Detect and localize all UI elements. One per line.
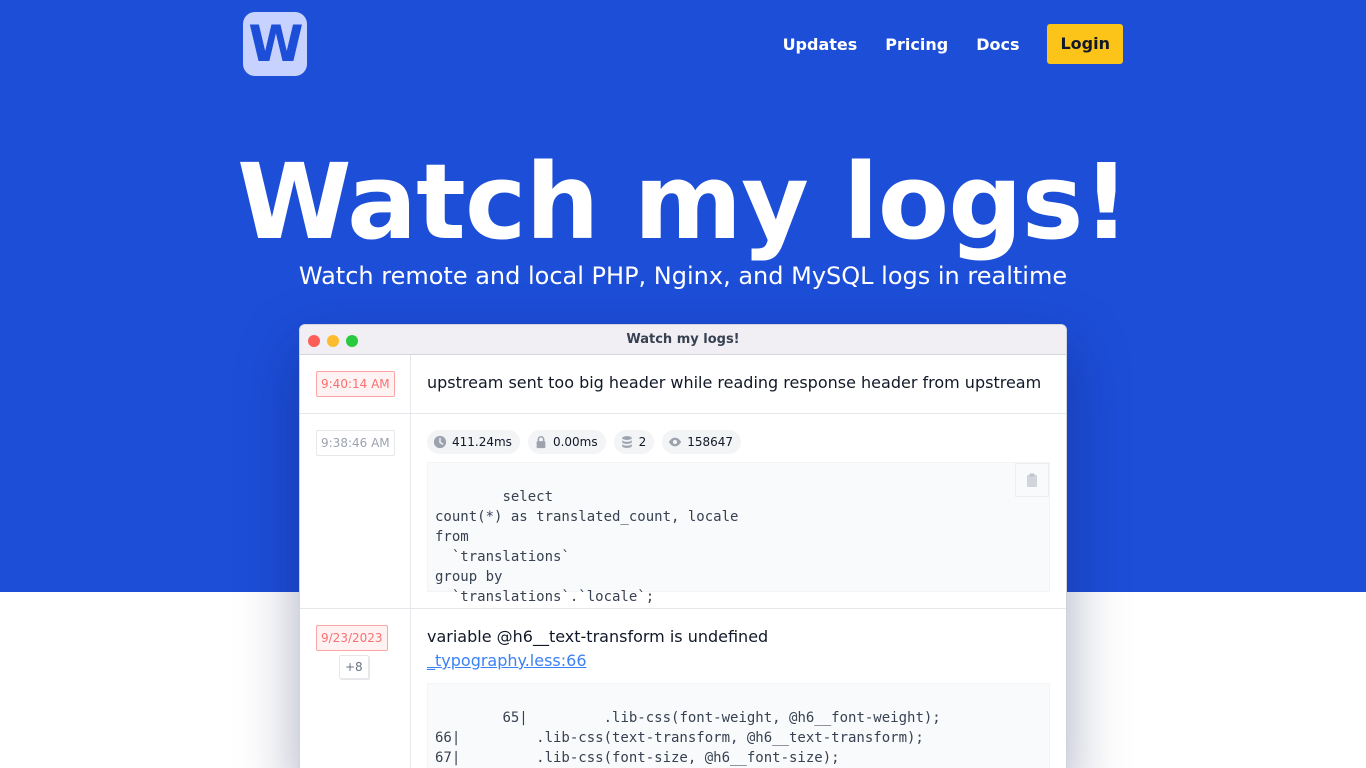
log-entry-time-cell: 9:40:14 AM xyxy=(300,355,411,413)
log-timestamp: 9:40:14 AM xyxy=(316,371,395,397)
log-entry-content: upstream sent too big header while readi… xyxy=(411,355,1066,413)
copy-button[interactable] xyxy=(1015,463,1049,497)
log-entry[interactable]: 9:38:46 AM 411.24ms 0.00ms 2 158647 sele… xyxy=(300,414,1066,609)
hero-title: Watch my logs! xyxy=(236,141,1130,263)
window-title: Watch my logs! xyxy=(626,332,740,347)
window-close-dot[interactable] xyxy=(308,335,320,347)
top-nav: Updates Pricing Docs Login xyxy=(755,24,1123,64)
window-maximize-dot[interactable] xyxy=(346,335,358,347)
lock-time-value: 0.00ms xyxy=(552,435,598,449)
rows-examined-value: 158647 xyxy=(687,435,734,449)
log-entry-content: variable @h6__text-transform is undefine… xyxy=(411,609,1066,768)
rows-examined-badge: 158647 xyxy=(662,430,742,454)
rows-badge: 2 xyxy=(613,430,655,454)
occurrence-count-badge[interactable]: +8 xyxy=(339,655,369,679)
clock-icon xyxy=(433,435,447,449)
source-code-block: 65| .lib-css(font-weight, @h6__font-weig… xyxy=(427,683,1050,768)
database-icon xyxy=(621,436,632,448)
log-entry[interactable]: 9:40:14 AM upstream sent too big header … xyxy=(300,355,1066,414)
query-stats: 411.24ms 0.00ms 2 158647 xyxy=(427,430,1050,454)
eye-icon xyxy=(669,437,682,447)
clipboard-icon xyxy=(1027,473,1037,487)
log-timestamp: 9/23/2023 xyxy=(316,625,388,651)
log-entry-content: 411.24ms 0.00ms 2 158647 select count(*)… xyxy=(411,414,1066,608)
source-file-link[interactable]: _typography.less:66 xyxy=(427,649,1050,673)
sql-code-block: select count(*) as translated_count, loc… xyxy=(427,462,1050,605)
log-timestamp: 9:38:46 AM xyxy=(316,430,395,456)
window-titlebar: Watch my logs! xyxy=(300,325,1066,355)
logo-letter: W xyxy=(248,15,303,73)
lock-icon xyxy=(536,436,546,449)
nav-pricing-link[interactable]: Pricing xyxy=(885,35,948,54)
duration-value: 411.24ms xyxy=(452,435,512,449)
log-entry-time-cell: 9:38:46 AM xyxy=(300,414,411,608)
app-window: Watch my logs! 9:40:14 AM upstream sent … xyxy=(299,324,1067,768)
log-entry-time-cell: 9/23/2023 +8 xyxy=(300,609,411,768)
log-entry[interactable]: 9/23/2023 +8 variable @h6__text-transfor… xyxy=(300,609,1066,768)
rows-value: 2 xyxy=(638,435,647,449)
sql-code: select count(*) as translated_count, loc… xyxy=(435,489,739,605)
log-message: upstream sent too big header while readi… xyxy=(427,373,1042,392)
log-message: variable @h6__text-transform is undefine… xyxy=(427,627,769,646)
brand-logo[interactable]: W xyxy=(243,12,307,76)
source-code: 65| .lib-css(font-weight, @h6__font-weig… xyxy=(435,710,941,766)
lock-time-badge: 0.00ms xyxy=(527,430,606,454)
hero-subtitle: Watch remote and local PHP, Nginx, and M… xyxy=(298,262,1068,290)
window-minimize-dot[interactable] xyxy=(327,335,339,347)
duration-badge: 411.24ms xyxy=(427,430,520,454)
login-button[interactable]: Login xyxy=(1047,24,1123,64)
nav-updates-link[interactable]: Updates xyxy=(783,35,858,54)
nav-docs-link[interactable]: Docs xyxy=(976,35,1019,54)
